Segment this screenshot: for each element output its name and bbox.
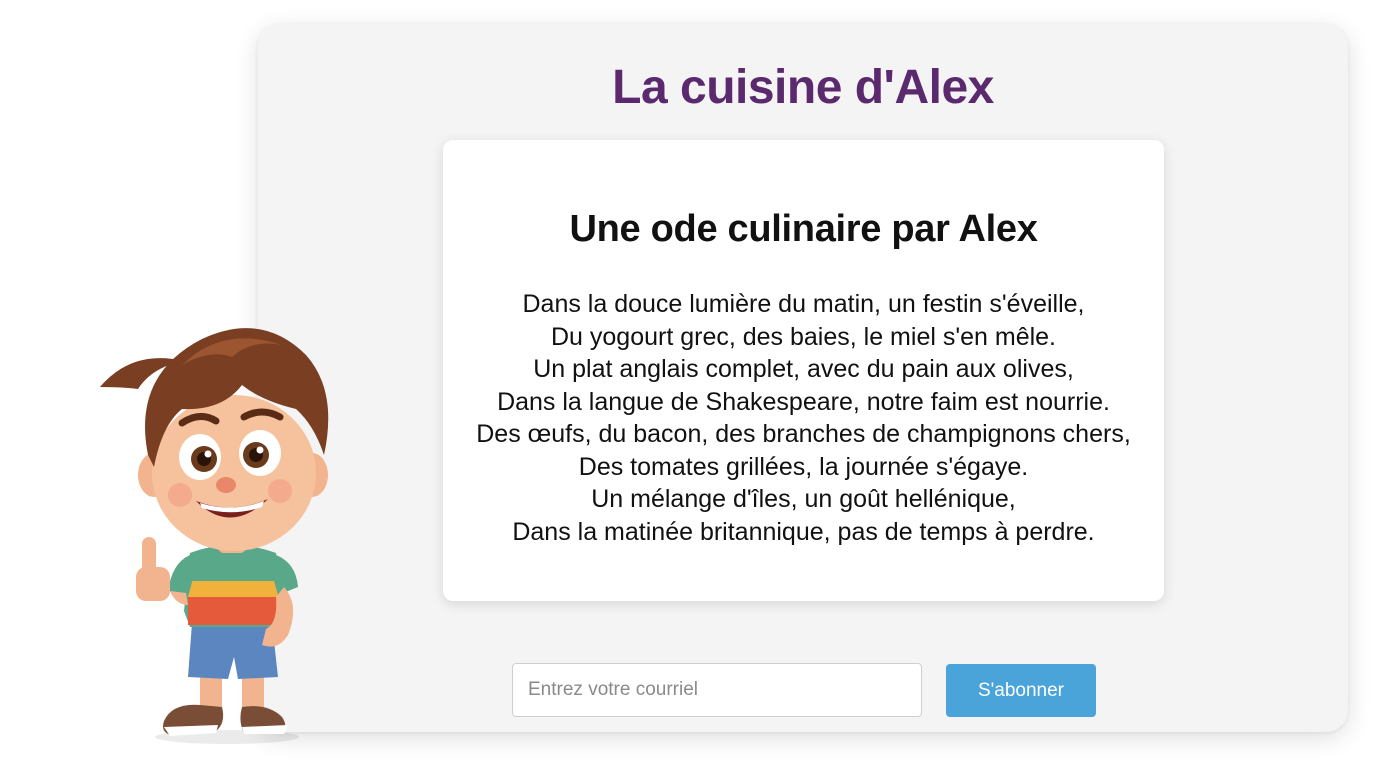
poem-line: Dans la langue de Shakespeare, notre fai… [497, 387, 1110, 416]
cartoon-boy-thumbs-up-icon [100, 328, 329, 744]
poem-line: Un plat anglais complet, avec du pain au… [533, 355, 1074, 383]
poem-line: Des tomates grillées, la journée s'égaye… [578, 452, 1029, 481]
email-input[interactable] [512, 663, 922, 717]
main-panel: La cuisine d'Alex Une ode culinaire par … [258, 24, 1348, 732]
poem-title: Une ode culinaire par Alex [569, 208, 1038, 250]
page: La cuisine d'Alex Une ode culinaire par … [0, 0, 1379, 768]
poem-line: Du yogourt grec, des baies, le miel s'en… [550, 322, 1057, 351]
poem-text: Dans la douce lumière du matin, un festi… [443, 288, 1164, 548]
poem-line: Dans la matinée britannique, pas de temp… [512, 517, 1095, 546]
poem-line: Dans la douce lumière du matin, un festi… [522, 290, 1085, 318]
site-title: La cuisine d'Alex [612, 61, 994, 114]
poem-card: Une ode culinaire par Alex Dans la douce… [443, 140, 1164, 601]
poem-line: Un mélange d'îles, un goût hellénique, [591, 485, 1016, 513]
subscribe-button[interactable]: S'abonner [946, 664, 1096, 717]
poem-line: Des œufs, du bacon, des branches de cham… [476, 420, 1131, 448]
